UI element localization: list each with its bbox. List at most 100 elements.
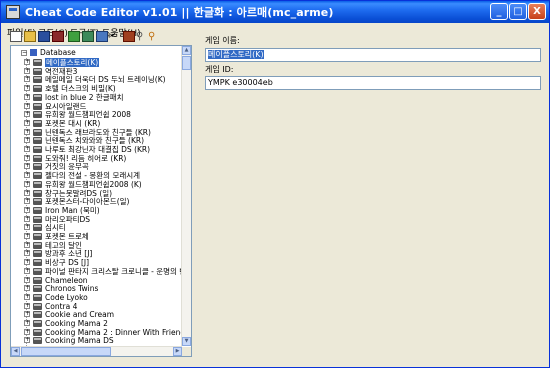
cartridge-icon <box>33 146 42 153</box>
game-id-label: 게임 ID: <box>205 65 234 74</box>
tree-item-label: 메이플스토리(K) <box>45 58 100 67</box>
tree-item-label: 유희왕 월드챔피언쉽 2008 <box>45 110 131 120</box>
expand-toggle[interactable]: + <box>24 224 30 231</box>
expand-toggle[interactable]: + <box>24 337 30 344</box>
cartridge-icon <box>33 311 42 319</box>
scroll-left-button[interactable]: ◀ <box>11 347 20 356</box>
game-tree[interactable]: − Database + 메이플스토리(K) + 역전재판3 + 메일메일 더욱더 DS … <box>10 45 192 357</box>
expand-toggle[interactable]: + <box>24 111 30 118</box>
expand-toggle[interactable]: + <box>24 276 30 283</box>
search-next-icon[interactable]: ⚲ <box>148 31 160 42</box>
scroll-up-button[interactable]: ▲ <box>182 46 191 55</box>
expand-toggle[interactable]: + <box>24 172 30 179</box>
game-name-label: 게임 이름: <box>205 36 240 45</box>
cartridge-icon <box>33 102 42 110</box>
tree-item-label: Code Lyoko <box>45 292 88 302</box>
tree-item-label: 닌텐독스 치와와와 친구들 (KR) <box>45 136 145 146</box>
cartridge-icon <box>33 111 42 119</box>
cartridge-icon <box>33 320 42 327</box>
expand-toggle[interactable]: + <box>24 293 30 300</box>
cartridge-icon <box>33 233 42 240</box>
scroll-corner <box>182 347 191 356</box>
expand-toggle[interactable]: + <box>24 154 30 161</box>
database-icon <box>30 49 37 56</box>
game-name-field[interactable]: 메이플스토리(K) <box>205 48 541 62</box>
expand-toggle[interactable]: + <box>24 206 30 213</box>
tree-item-label: 포켓몬 대시 (KR) <box>45 118 101 128</box>
tree-item-label: Contra 4 <box>45 301 78 311</box>
window-title: Cheat Code Editor v1.01 || 한글화 : 아르매(mc_… <box>25 6 334 19</box>
send-icon[interactable] <box>82 31 94 42</box>
tree-item-label: 호텔 더스크의 비밀(K) <box>45 84 116 94</box>
expand-toggle[interactable]: + <box>24 311 30 318</box>
scroll-down-button[interactable]: ▼ <box>182 337 191 346</box>
expand-toggle[interactable]: + <box>24 215 30 222</box>
tree-item-label: 비상구 DS [J] <box>45 258 90 268</box>
cartridge-icon <box>33 172 42 180</box>
expand-toggle[interactable]: + <box>24 302 30 309</box>
cartridge-icon <box>33 285 42 293</box>
expand-toggle[interactable]: + <box>24 146 30 152</box>
expand-toggle[interactable]: + <box>24 180 30 187</box>
tree-item-label: Iron Man (북미) <box>45 205 100 215</box>
expand-toggle[interactable]: + <box>24 85 30 92</box>
expand-toggle[interactable]: + <box>24 189 30 196</box>
cartridge-icon <box>33 137 42 145</box>
expand-toggle[interactable]: + <box>24 198 30 205</box>
export-icon[interactable] <box>96 31 108 42</box>
save-icon[interactable] <box>38 31 50 42</box>
expand-toggle[interactable]: + <box>24 102 30 109</box>
cartridge-icon <box>33 267 42 275</box>
title-bar[interactable]: Cheat Code Editor v1.01 || 한글화 : 아르매(mc_… <box>1 1 549 23</box>
save-as-icon[interactable] <box>52 31 64 42</box>
expand-toggle[interactable]: + <box>24 267 30 274</box>
expand-toggle[interactable]: + <box>24 233 30 239</box>
tools-icon[interactable] <box>123 31 135 42</box>
expand-toggle[interactable]: + <box>24 250 30 257</box>
expand-toggle[interactable]: + <box>24 320 30 326</box>
game-id-field[interactable]: YMPK e30004eb <box>205 76 541 90</box>
open-icon[interactable] <box>24 31 36 42</box>
game-name-value: 메이플스토리(K) <box>208 50 264 59</box>
close-button[interactable]: X <box>528 3 546 20</box>
tree-item-label: Cooking Mama 2 : Dinner With Friends <box>45 327 189 337</box>
expand-toggle[interactable]: + <box>24 285 30 292</box>
maximize-button[interactable]: □ <box>509 3 527 20</box>
tree-item-label: 파이널 판타지 크리스탈 크로니클 - 운명의 반지 <box>45 266 192 276</box>
expand-toggle[interactable]: + <box>24 76 30 83</box>
expand-toggle[interactable]: + <box>24 67 30 74</box>
scroll-thumb-horizontal[interactable] <box>21 347 111 356</box>
minimize-button[interactable]: _ <box>490 3 508 20</box>
tree-item-label: Chameleon <box>45 275 88 285</box>
expand-toggle[interactable]: + <box>24 163 30 170</box>
vertical-scrollbar[interactable]: ▲ ▼ <box>181 46 191 346</box>
cartridge-icon <box>33 119 42 127</box>
expand-toggle[interactable]: + <box>24 328 30 335</box>
cartridge-icon <box>33 328 42 336</box>
cartridge-icon <box>33 128 42 136</box>
expand-toggle[interactable]: + <box>24 93 30 100</box>
cartridge-icon <box>33 59 42 66</box>
expand-toggle[interactable]: + <box>24 241 30 248</box>
cartridge-icon <box>33 189 42 197</box>
expand-toggle[interactable]: + <box>24 259 30 266</box>
cut-icon[interactable]: ✂ <box>108 31 120 42</box>
new-icon[interactable] <box>10 31 22 42</box>
horizontal-scrollbar[interactable]: ◀ ▶ <box>11 346 182 356</box>
scroll-thumb-vertical[interactable] <box>182 56 191 70</box>
expand-toggle[interactable]: + <box>24 59 30 65</box>
main-window: Cheat Code Editor v1.01 || 한글화 : 아르매(mc_… <box>0 0 550 368</box>
expand-toggle[interactable]: + <box>24 119 30 126</box>
cartridge-icon <box>33 76 42 84</box>
cartridge-icon <box>33 259 42 267</box>
expand-toggle[interactable]: + <box>24 128 30 135</box>
search-icon[interactable]: ⚲ <box>136 31 148 42</box>
mail-icon[interactable] <box>68 31 80 42</box>
cartridge-icon <box>33 67 42 75</box>
expand-toggle[interactable]: + <box>24 137 30 144</box>
cartridge-icon <box>33 85 42 93</box>
tree-item-label: 나루토 최강닌자 대결집 DS (KR) <box>45 145 151 154</box>
tree-item-label: Cookie and Cream <box>45 310 115 320</box>
collapse-toggle[interactable]: − <box>21 50 27 56</box>
scroll-right-button[interactable]: ▶ <box>173 347 182 356</box>
